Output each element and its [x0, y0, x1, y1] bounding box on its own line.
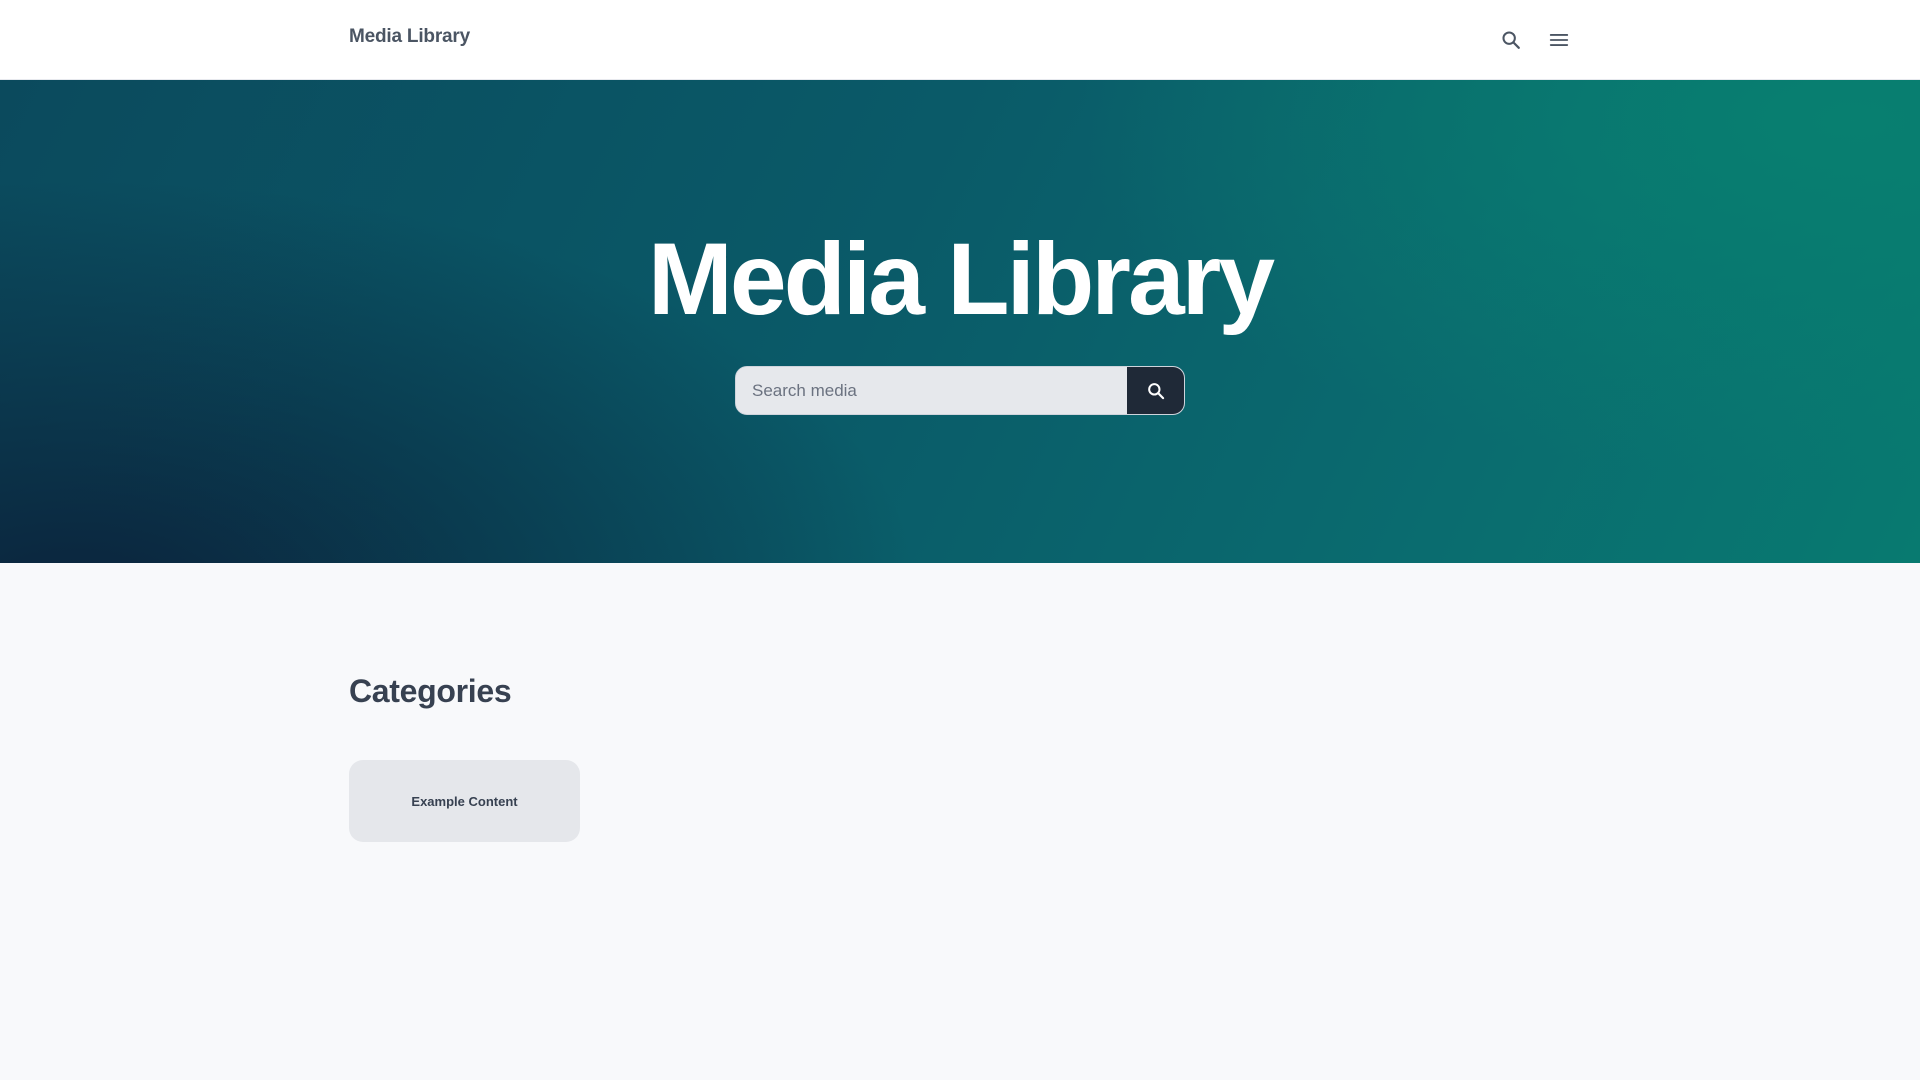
hamburger-menu-icon — [1549, 34, 1569, 46]
header-search-button[interactable] — [1497, 26, 1525, 54]
hero-search-form — [735, 366, 1185, 415]
hero-banner: Media Library — [0, 80, 1920, 563]
top-navbar: Media Library — [0, 0, 1920, 80]
search-icon — [1147, 382, 1164, 399]
search-submit-button[interactable] — [1127, 367, 1184, 414]
categories-title: Categories — [349, 673, 512, 709]
search-input[interactable] — [736, 367, 1127, 414]
category-card-label: Example Content — [411, 793, 518, 809]
hero-title: Media Library — [647, 222, 1275, 336]
brand-link[interactable]: Media Library — [349, 26, 470, 48]
search-icon — [1502, 31, 1520, 49]
category-card-example-content[interactable]: Example Content — [349, 760, 580, 842]
header-menu-button[interactable] — [1545, 26, 1573, 54]
